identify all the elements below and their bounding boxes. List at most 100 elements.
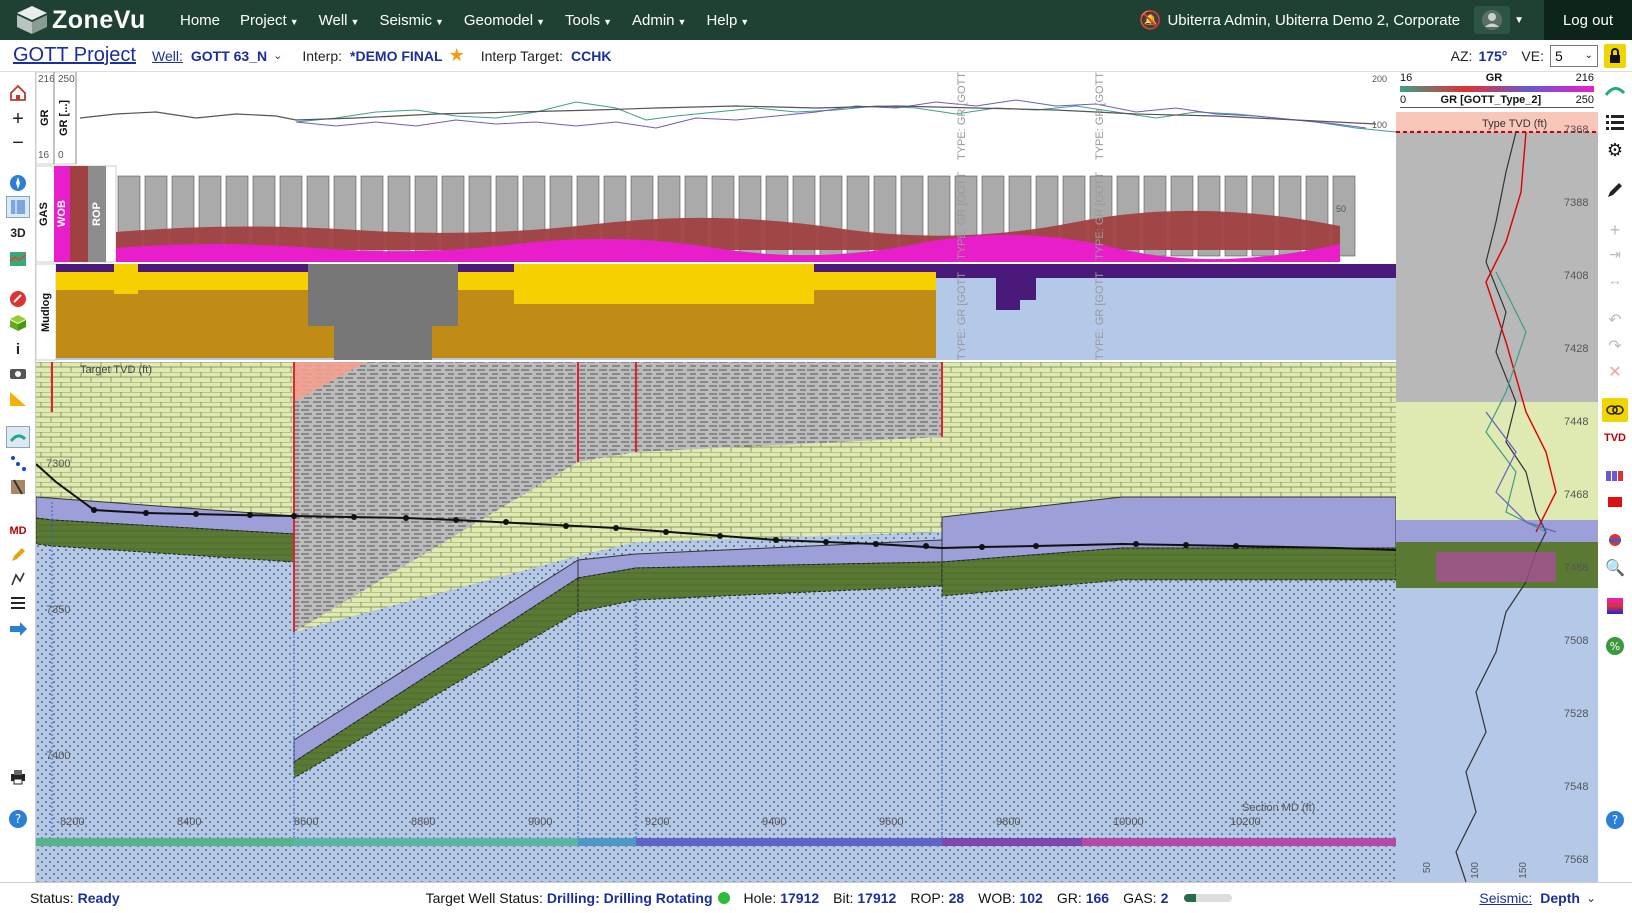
well-survey-point: [923, 543, 929, 549]
chevron-down-icon: ▼: [677, 16, 687, 27]
chevron-down-icon: ▼: [740, 16, 750, 27]
nav-tools-menu[interactable]: Tools ▼: [565, 12, 612, 29]
compass-icon[interactable]: [6, 172, 30, 194]
type-depth-tick: 7468: [1564, 489, 1589, 501]
search-icon[interactable]: 🔍: [1602, 556, 1628, 580]
md-tick: 8400: [177, 816, 202, 828]
mudlog-track[interactable]: [35, 263, 1396, 361]
info-icon[interactable]: i: [6, 338, 30, 360]
tvd-toggle-icon[interactable]: TVD: [1602, 426, 1628, 450]
palette-icon[interactable]: [1602, 464, 1628, 488]
ruler-icon[interactable]: [6, 388, 30, 410]
ve-value: 5: [1555, 47, 1563, 64]
horizon-icon[interactable]: [1602, 78, 1628, 102]
nav-help-menu[interactable]: Help ▼: [706, 12, 749, 29]
horizon-edit-icon[interactable]: [6, 426, 30, 448]
undo-icon[interactable]: ↶: [1602, 308, 1628, 332]
status-bar: Status: Ready Target Well Status: Drilli…: [0, 882, 1632, 913]
md-toggle-icon[interactable]: MD: [6, 520, 30, 542]
well-label-link[interactable]: Well:: [152, 48, 183, 64]
map-view-icon[interactable]: [6, 248, 30, 270]
nav-well-menu[interactable]: Well ▼: [319, 12, 360, 29]
interp-value[interactable]: *DEMO FINAL: [350, 48, 443, 64]
help-icon[interactable]: ?: [6, 808, 30, 830]
percent-icon[interactable]: %: [1602, 634, 1628, 658]
nav-home[interactable]: Home: [180, 12, 220, 29]
favorite-star-icon[interactable]: ★: [449, 45, 465, 66]
interp-target-label: Interp Target:: [480, 47, 563, 64]
interp-target-value[interactable]: CCHK: [571, 48, 611, 64]
lock-icon[interactable]: [1604, 43, 1626, 68]
section-view-icon[interactable]: [6, 196, 30, 218]
well-survey-point: [91, 507, 97, 513]
rop-value: 28: [948, 890, 965, 906]
avatar-button[interactable]: [1474, 6, 1511, 34]
arrow-right-icon[interactable]: [6, 618, 30, 640]
type-depth-tick: 7488: [1564, 562, 1589, 574]
geosteer-icon[interactable]: [6, 288, 30, 310]
draw-tool-icon[interactable]: [6, 568, 30, 590]
type-bottom-tick: 150: [1518, 862, 1529, 879]
rop-label: ROP: [91, 202, 103, 226]
3d-view-icon[interactable]: 3D: [6, 222, 30, 244]
cube-icon[interactable]: [6, 312, 30, 334]
seismic-link[interactable]: Seismic:: [1479, 890, 1532, 906]
color-scale-icon[interactable]: [1602, 594, 1628, 618]
gr-max: 216: [38, 74, 55, 85]
nav-project-menu[interactable]: Project ▼: [240, 12, 299, 29]
list-icon[interactable]: [1602, 110, 1628, 134]
target-well-status-value: Drilling: Drilling Rotating: [546, 890, 713, 906]
merge-icon[interactable]: ↔: [1602, 268, 1628, 292]
gr-track[interactable]: [35, 71, 1397, 165]
logout-button[interactable]: Log out: [1544, 0, 1632, 40]
cross-section-view[interactable]: GR GR [...] 216 16 250 0 200 100 GAS WOB…: [35, 71, 1397, 882]
bit-label: Bit:: [833, 890, 854, 906]
well-selector[interactable]: GOTT 63_N: [191, 48, 267, 64]
pin-icon[interactable]: [1602, 528, 1628, 552]
zoom-in-icon[interactable]: +: [6, 108, 30, 130]
delete-icon[interactable]: ✕: [1602, 360, 1628, 384]
gear-icon[interactable]: ⚙: [1602, 138, 1628, 162]
drilling-parameters-track[interactable]: [35, 165, 1396, 263]
nav-geomodel-menu[interactable]: Geomodel ▼: [464, 12, 545, 29]
geology-cross-section[interactable]: [35, 362, 1397, 882]
print-icon[interactable]: [6, 766, 30, 788]
user-menu-chevron-icon[interactable]: ▼: [1514, 15, 1524, 26]
zoom-out-icon[interactable]: −: [6, 132, 30, 154]
svg-text:?: ?: [15, 812, 21, 826]
gas-value: 2: [1160, 890, 1169, 906]
fault-icon[interactable]: [6, 476, 30, 498]
well-dropdown-chevron-icon[interactable]: ⌄: [273, 49, 282, 62]
help-icon[interactable]: ?: [1602, 808, 1628, 832]
type-curve-label: TYPE: GR [GOTT: [1094, 272, 1106, 361]
nav-admin-menu[interactable]: Admin ▼: [632, 12, 686, 29]
seismic-mode[interactable]: Depth: [1540, 890, 1580, 906]
ve-select[interactable]: 5 ⌄: [1550, 44, 1598, 67]
points-icon[interactable]: [6, 452, 30, 474]
type-log-panel[interactable]: 16 GR 216 0 GR [GOTT_Type_2] 250 Type TVD (f…: [1396, 72, 1598, 882]
type-bottom-tick: 100: [1470, 862, 1481, 879]
marker-icon[interactable]: [1602, 490, 1628, 514]
project-title[interactable]: GOTT Project: [13, 44, 136, 67]
split-icon[interactable]: ⇥: [1602, 242, 1628, 266]
status-value: Ready: [77, 890, 120, 906]
cross-section-canvas[interactable]: [35, 71, 1397, 882]
pencil-icon[interactable]: [6, 544, 30, 566]
well-survey-point: [503, 519, 509, 525]
redo-icon[interactable]: ↷: [1602, 334, 1628, 358]
az-label: AZ:: [1450, 47, 1473, 64]
home-view-icon[interactable]: [6, 82, 30, 104]
seismic-chevron-icon[interactable]: ⌄: [1586, 891, 1596, 905]
camera-icon[interactable]: [6, 362, 30, 384]
notification-muted-icon[interactable]: 🔕: [1139, 10, 1161, 31]
link-icon[interactable]: [1602, 398, 1628, 422]
nav-seismic-menu[interactable]: Seismic ▼: [379, 12, 443, 29]
zonevu-logo[interactable]: ZoneVu: [0, 5, 170, 35]
edit-pencil-icon[interactable]: [1602, 178, 1628, 202]
well-survey-point: [823, 539, 829, 545]
gr-type-min: 0: [58, 150, 64, 161]
layers-icon[interactable]: [6, 592, 30, 614]
add-point-icon[interactable]: +: [1602, 218, 1628, 242]
az-value: 175°: [1478, 47, 1508, 64]
chevron-down-icon: ▼: [350, 16, 360, 27]
